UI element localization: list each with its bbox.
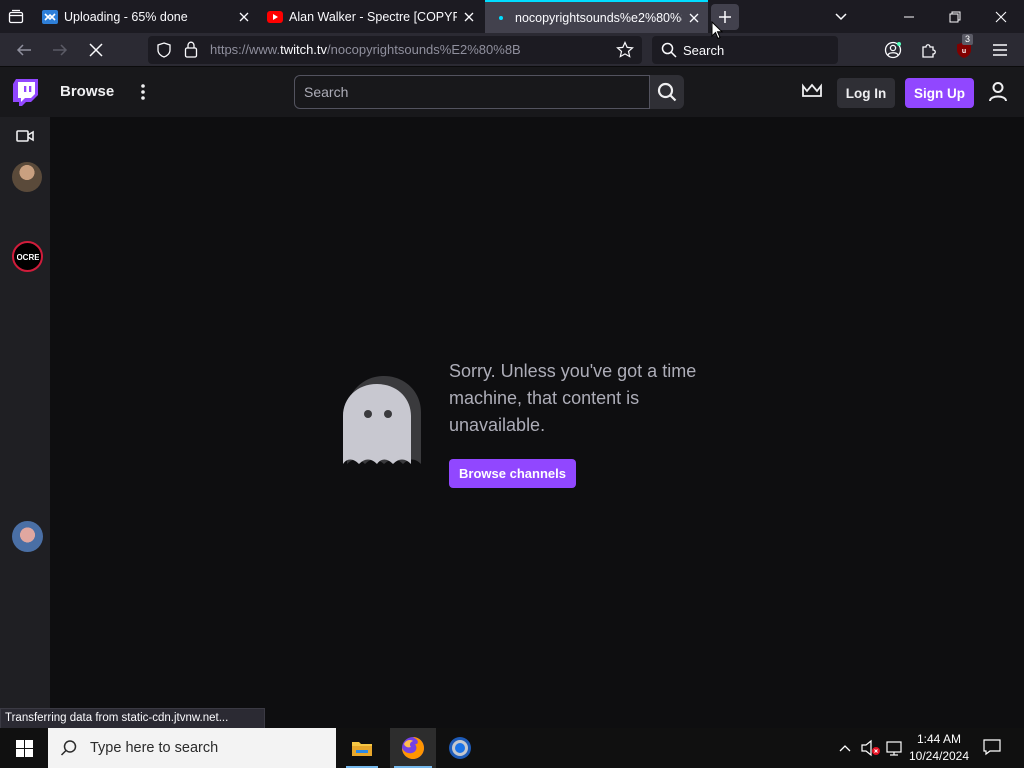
browser-tab-bar: Uploading - 65% done Alan Walker - Spect… <box>0 0 1024 33</box>
bookmark-star-icon[interactable] <box>616 41 634 64</box>
mouse-cursor-icon <box>711 20 724 45</box>
navigation-toolbar: https://www.twitch.tv/nocopyrightsounds%… <box>0 33 1024 67</box>
browse-link[interactable]: Browse <box>60 83 114 100</box>
tab-youtube-spectre[interactable]: Alan Walker - Spectre [COPYRIGHT <box>259 0 483 33</box>
windows-logo-icon <box>15 739 33 757</box>
close-icon <box>995 11 1007 22</box>
channel-avatar-3[interactable] <box>12 521 43 552</box>
tab-title: Alan Walker - Spectre [COPYRIGHT <box>289 9 457 24</box>
puzzle-icon <box>922 44 936 58</box>
chevron-up-icon <box>839 745 851 752</box>
twitch-logo-icon[interactable] <box>13 79 38 111</box>
chevron-down-icon <box>835 13 847 21</box>
prime-crown-icon[interactable] <box>801 82 823 105</box>
restore-icon <box>949 11 961 22</box>
taskbar-search-box[interactable]: Type here to search <box>48 728 336 768</box>
search-icon <box>657 82 677 102</box>
account-button[interactable] <box>879 37 907 63</box>
network-icon[interactable] <box>886 739 904 762</box>
svg-text:u: u <box>962 48 966 55</box>
list-all-tabs-button[interactable] <box>830 6 852 28</box>
browse-channels-button[interactable]: Browse channels <box>449 459 576 488</box>
tab-close-icon[interactable] <box>236 9 252 25</box>
firefox-icon <box>402 737 424 759</box>
hamburger-icon <box>993 44 1007 56</box>
browser-search-bar[interactable]: Search <box>652 36 838 64</box>
twitch-top-nav: Browse Search Log In Sign Up <box>0 67 1024 117</box>
url-path: /nocopyrightsounds%E2%80%8B <box>327 42 521 57</box>
tab-twitch-nocopyrightsounds[interactable]: nocopyrightsounds%e2%80%8b <box>485 0 708 33</box>
tab-close-icon[interactable] <box>461 9 477 25</box>
stop-loading-button[interactable] <box>82 37 110 63</box>
more-options-icon[interactable] <box>134 81 152 103</box>
search-placeholder: Search <box>683 43 725 58</box>
back-button[interactable] <box>10 37 38 63</box>
file-explorer-button[interactable] <box>342 728 382 768</box>
signup-button[interactable]: Sign Up <box>905 78 974 108</box>
channel-avatar-1[interactable] <box>12 162 42 192</box>
status-panel: Transferring data from static-cdn.jtvnw.… <box>0 708 265 729</box>
youtube-favicon-icon <box>267 9 283 25</box>
svg-text:OCRE: OCRE <box>17 253 39 262</box>
tab-uploading[interactable]: Uploading - 65% done <box>34 0 258 33</box>
restore-button[interactable] <box>936 0 974 33</box>
taskbar-search-placeholder: Type here to search <box>90 740 219 756</box>
lock-icon[interactable] <box>184 41 198 63</box>
show-hidden-icons-button[interactable] <box>838 740 852 758</box>
extensions-button[interactable] <box>915 37 943 63</box>
windows-taskbar: Type here to search 1:44 AM 10/24/2024 <box>0 728 1024 768</box>
url-text: https://www.twitch.tv/nocopyrightsounds%… <box>210 42 521 57</box>
extension-badge-count: 3 <box>962 34 974 45</box>
notifications-button[interactable] <box>983 738 1001 761</box>
forward-arrow-icon <box>53 44 68 56</box>
clock-date: 10/24/2024 <box>908 749 970 763</box>
firefox-taskbar-button[interactable] <box>390 728 436 768</box>
login-button[interactable]: Log In <box>837 78 895 108</box>
account-icon <box>884 41 902 59</box>
search-icon <box>60 739 78 757</box>
tab-close-icon[interactable] <box>686 10 702 26</box>
twitch-sidebar: OCRE <box>0 117 50 728</box>
folder-icon <box>352 742 372 756</box>
ghost-illustration-icon <box>341 372 427 473</box>
notification-icon <box>983 739 1001 756</box>
channel-avatar-ocre[interactable]: OCRE <box>12 241 43 272</box>
firefox-view-icon[interactable] <box>4 6 28 28</box>
followed-channels-camera-icon[interactable] <box>16 128 34 149</box>
chrome-icon <box>449 737 471 759</box>
taskbar-clock[interactable]: 1:44 AM 10/24/2024 <box>906 731 972 765</box>
search-icon <box>661 42 677 63</box>
loading-dot-icon <box>493 10 509 26</box>
tab-title: nocopyrightsounds%e2%80%8b <box>515 10 682 25</box>
upload-favicon-icon <box>42 9 58 25</box>
back-arrow-icon <box>16 44 31 56</box>
chrome-taskbar-button[interactable] <box>440 728 480 768</box>
minimize-button[interactable] <box>890 0 928 33</box>
tab-title: Uploading - 65% done <box>64 9 188 24</box>
url-domain: twitch.tv <box>280 42 328 57</box>
forward-button[interactable] <box>46 37 74 63</box>
twitch-search-input[interactable]: Search <box>294 75 650 109</box>
clock-time: 1:44 AM <box>916 732 962 746</box>
start-button[interactable] <box>0 728 48 768</box>
error-message: Sorry. Unless you've got a time machine,… <box>449 361 697 435</box>
close-window-button[interactable] <box>982 0 1020 33</box>
stop-x-icon <box>89 43 103 57</box>
minimize-icon <box>904 16 914 17</box>
app-menu-button[interactable] <box>986 37 1014 63</box>
url-bar[interactable]: https://www.twitch.tv/nocopyrightsounds%… <box>148 36 642 64</box>
volume-muted-icon[interactable] <box>861 739 881 762</box>
tracking-protection-shield-icon[interactable] <box>156 42 172 63</box>
user-menu-icon[interactable] <box>988 81 1008 108</box>
url-prefix: https://www. <box>210 42 281 57</box>
twitch-search-button[interactable] <box>650 75 684 109</box>
ublock-extension-button[interactable]: u 3 <box>950 34 978 63</box>
